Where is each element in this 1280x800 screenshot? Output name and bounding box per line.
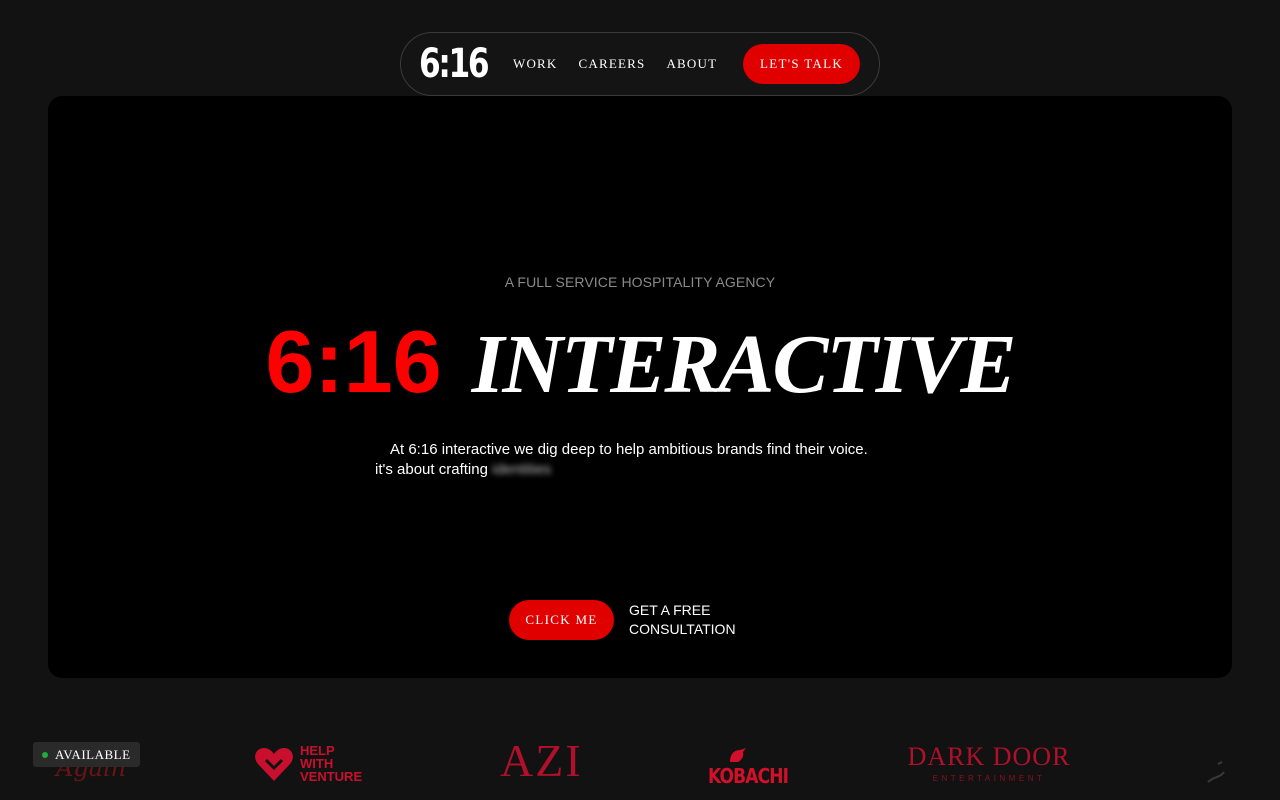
bird-icon [730, 748, 746, 762]
client-logo-azi: AZI [500, 735, 583, 786]
client-logo-dark-door: DARK DOOR ENTERTAINMENT [907, 742, 1071, 784]
site-logo[interactable]: 6:16 [419, 44, 490, 84]
partial-logo-icon [1207, 761, 1225, 783]
top-nav: 6:16 WORK CAREERS ABOUT LET'S TALK [400, 32, 880, 96]
help-with-venture-text: HELP WITH VENTURE [300, 743, 363, 784]
client-logos: AVAILABLE Again HELP WITH VENTURE AZI KO… [0, 730, 1280, 800]
consultation-line-1: GET A FREE [629, 602, 711, 618]
hero-headline: 6:16 INTERACTIVE [48, 318, 1232, 407]
heart-icon [255, 747, 293, 781]
kobachi-text: KOBACHI [708, 764, 789, 788]
dark-door-subtitle: ENTERTAINMENT [932, 774, 1046, 783]
dark-door-title: DARK DOOR [907, 742, 1071, 771]
available-label: AVAILABLE [55, 746, 131, 762]
hero-description: At 6:16 interactive we dig deep to help … [375, 440, 935, 480]
description-line-1: At 6:16 interactive we dig deep to help … [390, 441, 868, 458]
lets-talk-button[interactable]: LET'S TALK [743, 44, 860, 84]
click-me-button[interactable]: CLICK ME [509, 600, 614, 640]
hero-tagline: A FULL SERVICE HOSPITALITY AGENCY [504, 274, 776, 290]
status-dot-icon [42, 751, 48, 758]
client-logo-help-with-venture: HELP WITH VENTURE [254, 744, 380, 783]
hero-actions: CLICK ME GET A FREE CONSULTATION [509, 600, 749, 640]
consultation-line-2: CONSULTATION [629, 621, 736, 637]
available-badge[interactable]: AVAILABLE [33, 742, 140, 767]
headline-number: 6:16 [265, 312, 442, 411]
rotating-word: identities [492, 461, 552, 478]
nav-link-about[interactable]: ABOUT [666, 56, 717, 72]
nav-link-work[interactable]: WORK [513, 56, 558, 72]
nav-link-careers[interactable]: CAREERS [579, 56, 646, 72]
hero-section: A FULL SERVICE HOSPITALITY AGENCY 6:16 I… [48, 96, 1232, 678]
description-line-2: it's about crafting [375, 461, 488, 478]
headline-word: INTERACTIVE [471, 318, 1017, 411]
nav-links: WORK CAREERS ABOUT [513, 56, 717, 72]
free-consultation-link[interactable]: GET A FREE CONSULTATION [629, 601, 749, 639]
